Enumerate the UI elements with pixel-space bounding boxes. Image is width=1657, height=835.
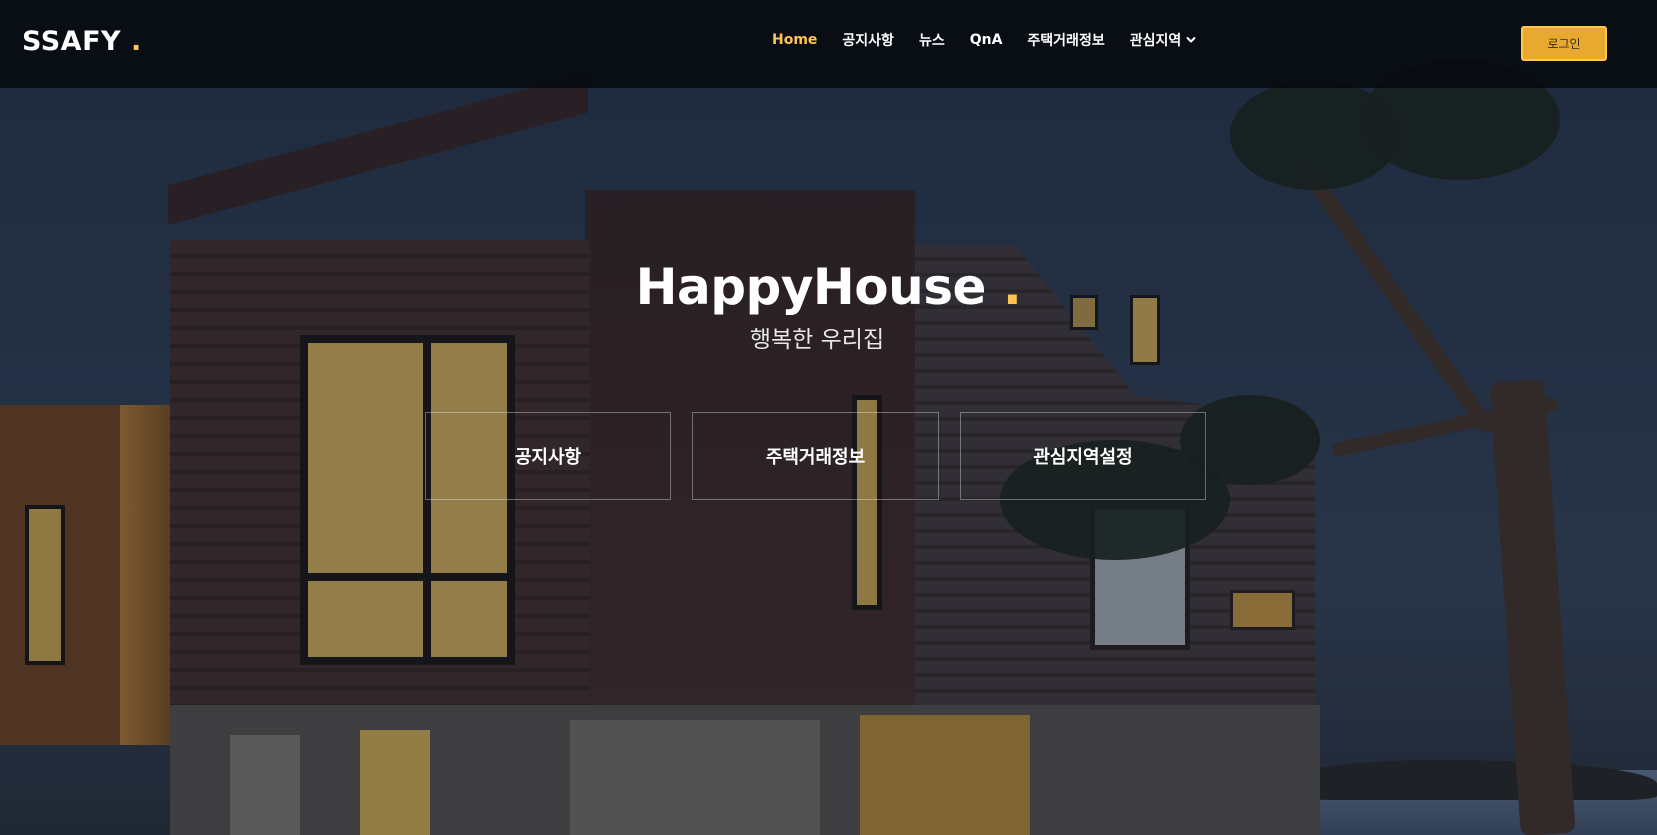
logo-text: SSAFY — [22, 26, 122, 57]
nav-housing-deals[interactable]: 주택거래정보 — [1027, 30, 1104, 50]
nav-news[interactable]: 뉴스 — [919, 30, 945, 50]
logo-dot: . — [130, 26, 142, 57]
housing-deals-box[interactable]: 주택거래정보 — [692, 412, 939, 500]
interest-area-setting-box[interactable]: 관심지역설정 — [960, 412, 1206, 500]
hero-title-text: HappyHouse — [635, 258, 987, 316]
interest-area-setting-box-label: 관심지역설정 — [1033, 447, 1133, 468]
hero-title: HappyHouse . — [0, 258, 1657, 316]
notice-box-label: 공지사항 — [514, 447, 582, 468]
site-header: SSAFY . Home 공지사항 뉴스 QnA 주택거래정보 관심지역 로그인 — [0, 0, 1657, 88]
nav-notice[interactable]: 공지사항 — [842, 30, 894, 50]
notice-box[interactable]: 공지사항 — [425, 412, 671, 500]
hero-title-dot: . — [1002, 258, 1022, 316]
main-nav: Home 공지사항 뉴스 QnA 주택거래정보 관심지역 — [772, 30, 1221, 50]
page: SSAFY . Home 공지사항 뉴스 QnA 주택거래정보 관심지역 로그인… — [0, 0, 1657, 835]
nav-interest-area[interactable]: 관심지역 — [1130, 30, 1197, 50]
nav-home[interactable]: Home — [772, 32, 817, 48]
nav-qna[interactable]: QnA — [970, 32, 1003, 48]
site-logo[interactable]: SSAFY . — [22, 26, 142, 57]
hero-subtitle: 행복한 우리집 — [749, 327, 885, 353]
chevron-down-icon — [1186, 37, 1196, 43]
nav-interest-area-label: 관심지역 — [1129, 33, 1182, 49]
login-button[interactable]: 로그인 — [1521, 26, 1607, 61]
housing-deals-box-label: 주택거래정보 — [765, 447, 866, 468]
